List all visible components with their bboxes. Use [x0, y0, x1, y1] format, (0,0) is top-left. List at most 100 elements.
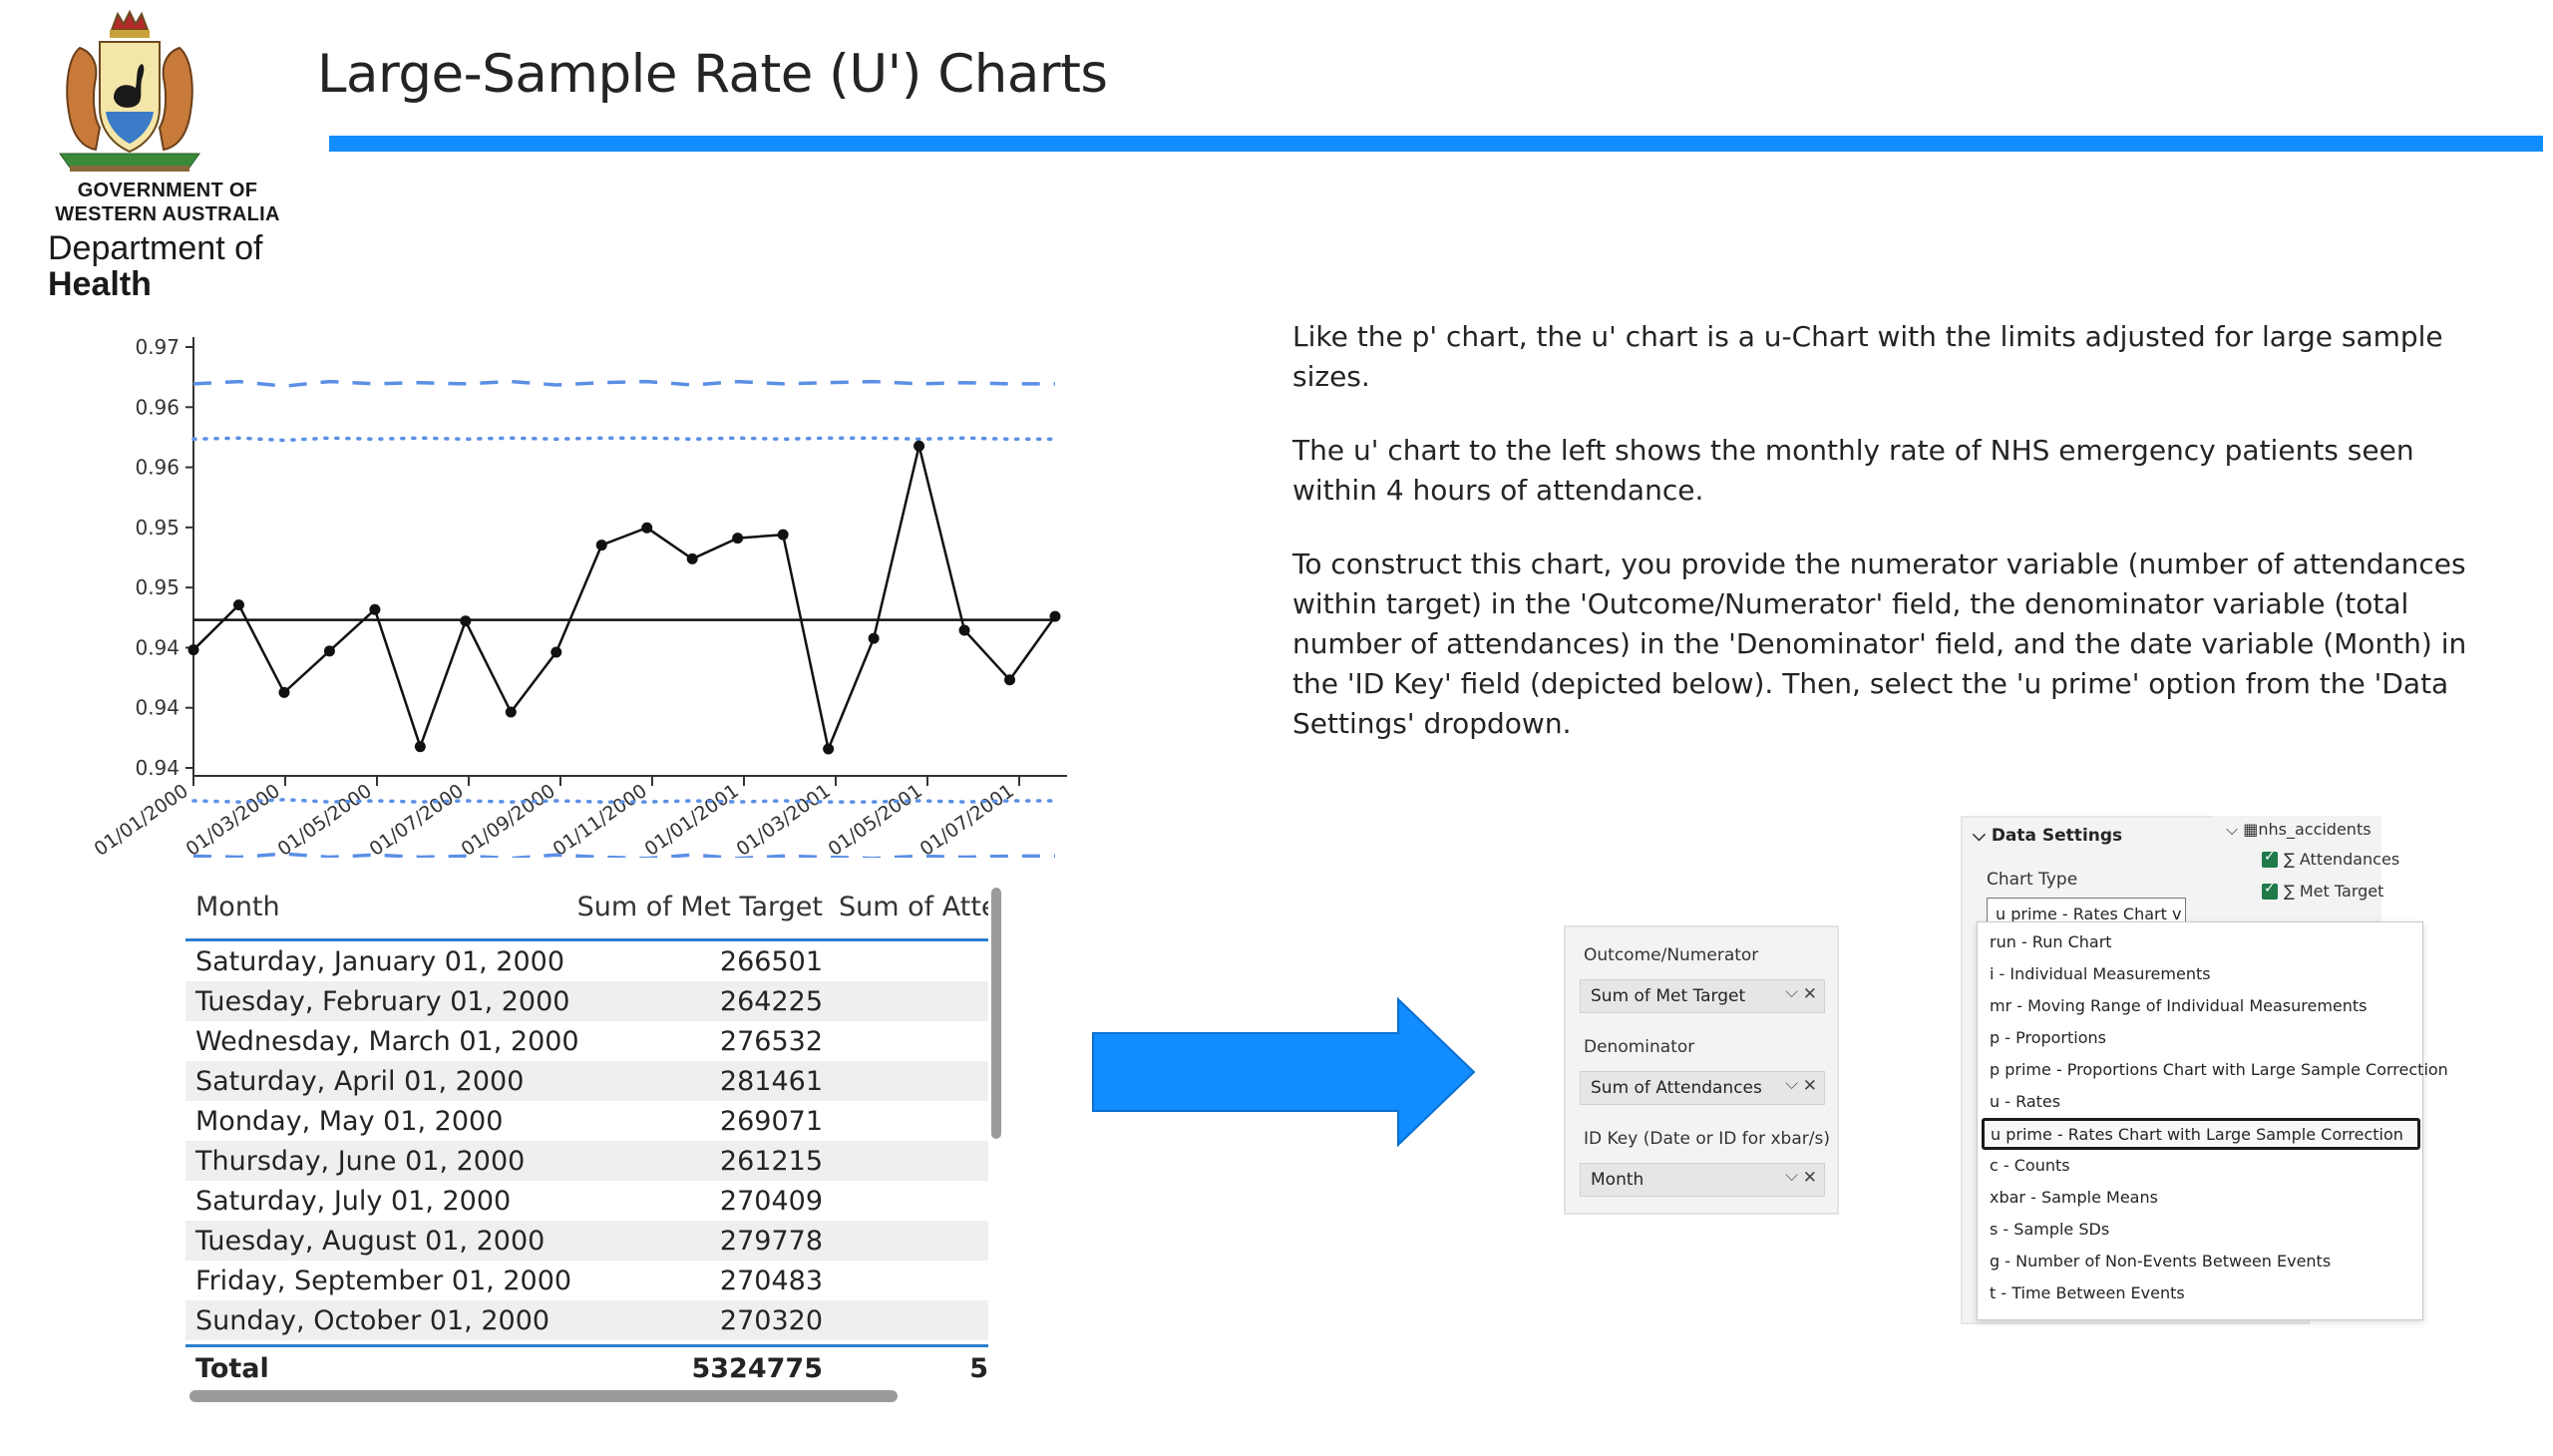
coat-of-arms-icon	[59, 9, 200, 172]
x-tick-label: 01/07/2001	[916, 780, 1018, 858]
outcome-numerator-label: Outcome/Numerator	[1584, 945, 1759, 965]
cell-month: Thursday, June 01, 2000	[195, 1146, 526, 1177]
vertical-scrollbar[interactable]	[991, 888, 1001, 1139]
chart-type-label: Chart Type	[1987, 870, 2078, 890]
plot-area	[187, 379, 1061, 861]
option-u-prime[interactable]: u prime - Rates Chart with Large Sample …	[1982, 1118, 2420, 1150]
u-prime-chart: 0.97 0.96 0.96 0.95 0.95 0.94 0.94 0.94 01/01/2…	[90, 329, 1087, 861]
y-tick-label: 0.97	[135, 335, 180, 359]
data-point	[323, 645, 335, 657]
cell-month: Friday, September 01, 2000	[195, 1266, 572, 1296]
data-point	[1004, 674, 1016, 686]
table-row[interactable]: Saturday, July 01, 2000 270409	[185, 1181, 988, 1221]
option-t[interactable]: t - Time Between Events	[1990, 1283, 2185, 1302]
y-tick-label: 0.96	[135, 395, 180, 419]
field-attendances-label: Attendances	[2299, 850, 2400, 869]
cell-met-target: 264225	[719, 986, 823, 1017]
right-arrow-icon	[1092, 997, 1476, 1147]
field-met-target[interactable]: ∑ Met Target	[2284, 882, 2383, 901]
y-tick-label: 0.95	[135, 516, 180, 540]
data-point	[777, 529, 789, 541]
cell-month: Saturday, July 01, 2000	[195, 1186, 512, 1217]
id-key-field[interactable]: Month ⌵ ✕	[1580, 1163, 1825, 1197]
cell-month: Saturday, January 01, 2000	[195, 946, 565, 977]
table-row[interactable]: Monday, May 01, 2000 269071	[185, 1101, 988, 1141]
table-body: Saturday, January 01, 2000 266501 Tuesday…	[185, 941, 988, 1340]
data-point	[595, 540, 607, 551]
column-header-met-target[interactable]: Sum of Met Target	[577, 892, 823, 922]
y-tick-label: 0.95	[135, 575, 180, 599]
option-c[interactable]: c - Counts	[1990, 1156, 2070, 1175]
data-point	[1049, 610, 1061, 622]
denominator-field[interactable]: Sum of Attendances ⌵ ✕	[1580, 1071, 1825, 1105]
field-attendances[interactable]: ∑ Attendances	[2284, 850, 2399, 869]
table-row[interactable]: Saturday, April 01, 2000 281461	[185, 1061, 988, 1101]
description-paragraph-2: The u' chart to the left shows the month…	[1292, 434, 2414, 507]
table-header: Month Sum of Met Target Sum of Atter	[185, 878, 988, 941]
dataset-nhs-accidents[interactable]: ⌵ ▦nhs_accidents	[2226, 820, 2371, 840]
option-run[interactable]: run - Run Chart	[1990, 932, 2112, 951]
column-header-attendances[interactable]: Sum of Atter	[839, 892, 988, 922]
data-point	[641, 522, 653, 534]
option-u[interactable]: u - Rates	[1990, 1092, 2060, 1111]
data-point	[913, 440, 925, 452]
option-mr[interactable]: mr - Moving Range of Individual Measurem…	[1990, 996, 2368, 1015]
table-row[interactable]: Friday, September 01, 2000 270483	[185, 1261, 988, 1300]
checkbox-met-target[interactable]	[2262, 881, 2278, 900]
data-settings-title: Data Settings	[1991, 826, 2123, 846]
table-row[interactable]: Tuesday, February 01, 2000 264225	[185, 981, 988, 1021]
option-p[interactable]: p - Proportions	[1990, 1028, 2106, 1047]
x-tick-label: 01/07/2000	[366, 780, 468, 858]
remove-field-icon[interactable]: ✕	[1803, 1076, 1817, 1096]
chart-svg: 0.97 0.96 0.96 0.95 0.95 0.94 0.94 0.94 01/01/2…	[91, 335, 1067, 861]
logo-government-line: GOVERNMENT OF	[77, 180, 258, 201]
cell-month: Wednesday, March 01, 2000	[195, 1026, 579, 1057]
table-row[interactable]: Tuesday, August 01, 2000 279778	[185, 1221, 988, 1261]
data-point	[958, 624, 970, 636]
remove-field-icon[interactable]: ✕	[1803, 984, 1817, 1004]
table-row[interactable]: Wednesday, March 01, 2000 276532	[185, 1021, 988, 1061]
upper-2-sigma-line	[191, 436, 1057, 443]
horizontal-scrollbar[interactable]	[189, 1390, 898, 1402]
remove-field-icon[interactable]: ✕	[1803, 1168, 1817, 1188]
x-tick-label: 01/05/2001	[825, 780, 926, 858]
outcome-numerator-field[interactable]: Sum of Met Target ⌵ ✕	[1580, 979, 1825, 1013]
data-settings-header[interactable]: ⌵ Data Settings	[1973, 826, 2122, 846]
data-point	[460, 615, 472, 627]
table-row[interactable]: Sunday, October 01, 2000 270320	[185, 1300, 988, 1340]
chevron-down-icon[interactable]: ⌵	[1785, 982, 1798, 1002]
cell-met-target: 266501	[719, 946, 823, 977]
option-xbar[interactable]: xbar - Sample Means	[1990, 1188, 2158, 1207]
chevron-down-icon[interactable]: ⌵	[1785, 1074, 1798, 1094]
chevron-down-icon[interactable]: ⌵	[1785, 1166, 1798, 1186]
logo-department-line: Department of	[48, 229, 263, 267]
cell-month: Sunday, October 01, 2000	[195, 1305, 550, 1336]
option-g[interactable]: g - Number of Non-Events Between Events	[1990, 1252, 2331, 1271]
table-row[interactable]: Saturday, January 01, 2000 266501	[185, 941, 988, 981]
y-tick-label: 0.94	[135, 756, 180, 780]
table-total-row: Total 5324775 5	[185, 1344, 988, 1388]
field-well-panel: Outcome/Numerator Sum of Met Target ⌵ ✕ …	[1564, 925, 1839, 1215]
cell-month: Tuesday, August 01, 2000	[195, 1226, 546, 1257]
option-s[interactable]: s - Sample SDs	[1990, 1220, 2109, 1239]
data-table: Month Sum of Met Target Sum of Atter Sat…	[185, 878, 1003, 1408]
id-key-field-value: Month	[1591, 1170, 1644, 1190]
data-point	[369, 603, 381, 615]
dataset-label: nhs_accidents	[2258, 820, 2371, 839]
total-label: Total	[195, 1353, 269, 1384]
option-i[interactable]: i - Individual Measurements	[1990, 964, 2211, 983]
checkbox-attendances[interactable]	[2262, 849, 2278, 868]
table-row[interactable]: Thursday, June 01, 2000 261215	[185, 1141, 988, 1181]
cell-month: Monday, May 01, 2000	[195, 1106, 504, 1137]
outcome-field-value: Sum of Met Target	[1591, 986, 1746, 1006]
data-point	[505, 706, 517, 718]
data-point	[232, 599, 244, 611]
logo-state-line: WESTERN AUSTRALIA	[55, 203, 280, 225]
column-header-month[interactable]: Month	[195, 892, 280, 922]
chevron-down-icon: ⌵	[2226, 820, 2244, 839]
y-tick-label: 0.94	[135, 696, 180, 720]
cell-met-target: 261215	[719, 1146, 823, 1177]
fields-list: ⌵ ▦nhs_accidents ∑ Attendances ∑ Met Tar…	[2212, 816, 2399, 935]
cell-met-target: 269071	[719, 1106, 823, 1137]
option-p-prime[interactable]: p prime - Proportions Chart with Large S…	[1990, 1060, 2448, 1079]
